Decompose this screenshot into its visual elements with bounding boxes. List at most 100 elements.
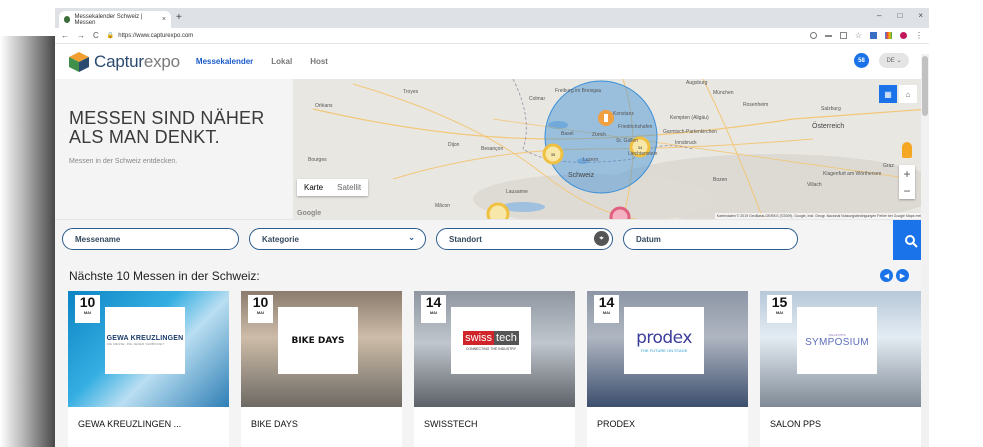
fair-card[interactable]: 10 MAI GEWA KREUZLINGEN DIE MESSE, DIE JE… bbox=[68, 291, 229, 447]
browser-tab[interactable]: Messekalender Schweiz | Messen × bbox=[59, 11, 171, 28]
standort-input[interactable]: Standort ⌖ bbox=[436, 228, 613, 250]
language-select[interactable]: DE ⌄ bbox=[879, 53, 909, 68]
forward-icon[interactable]: → bbox=[77, 31, 85, 40]
svg-text:Bourges: Bourges bbox=[308, 157, 327, 163]
hero-subtitle: Messen in der Schweiz entdecken. bbox=[69, 158, 178, 165]
svg-text:Orléans: Orléans bbox=[315, 103, 333, 109]
home-icon[interactable]: ⌂ bbox=[899, 85, 917, 103]
date-badge: 15 MAI bbox=[767, 295, 792, 323]
fair-logo: BIKE DAYS bbox=[278, 307, 358, 374]
svg-text:Österreich: Österreich bbox=[812, 122, 844, 130]
maximize-icon[interactable]: □ bbox=[897, 11, 902, 20]
nav-host[interactable]: Host bbox=[310, 57, 328, 66]
extension-pink-icon[interactable] bbox=[900, 32, 907, 39]
svg-text:Zürich: Zürich bbox=[592, 132, 606, 138]
svg-text:St. Gallen: St. Gallen bbox=[616, 138, 638, 144]
date-badge: 10 MAI bbox=[75, 295, 100, 323]
map-type-satellit[interactable]: Satellit bbox=[330, 179, 368, 196]
close-window-icon[interactable]: × bbox=[918, 11, 923, 20]
svg-text:Innsbruck: Innsbruck bbox=[675, 140, 697, 146]
fair-cards: 10 MAI GEWA KREUZLINGEN DIE MESSE, DIE JE… bbox=[68, 291, 921, 447]
kategorie-select[interactable]: Kategorie ⌄ bbox=[249, 228, 426, 250]
page-scrollbar[interactable] bbox=[921, 54, 929, 447]
fair-image: 10 MAI BIKE DAYS bbox=[241, 291, 402, 407]
zoom-in-button[interactable]: + bbox=[899, 165, 915, 182]
fair-name[interactable]: SWISSTECH bbox=[424, 419, 478, 429]
datum-input[interactable]: Datum bbox=[623, 228, 798, 250]
url-field[interactable]: 🔒 https://www.capturexpo.com bbox=[106, 32, 802, 40]
crosshair-icon[interactable]: ⌖ bbox=[594, 231, 609, 246]
star-icon[interactable]: ☆ bbox=[855, 31, 862, 40]
map-view-toggles: ▦ ⌂ bbox=[879, 85, 917, 103]
fair-name[interactable]: SALON PPS bbox=[770, 419, 821, 429]
window-controls: – □ × bbox=[877, 11, 923, 20]
svg-text:Lausanne: Lausanne bbox=[506, 189, 528, 195]
svg-text:Mâcon: Mâcon bbox=[435, 203, 450, 209]
back-icon[interactable]: ← bbox=[61, 31, 69, 40]
extension-color-icon[interactable] bbox=[885, 32, 892, 39]
svg-text:Konstanz: Konstanz bbox=[613, 111, 634, 117]
svg-text:Colmar: Colmar bbox=[529, 96, 545, 102]
scrollbar-thumb[interactable] bbox=[922, 56, 928, 116]
date-badge: 14 MAI bbox=[594, 295, 619, 323]
fair-card[interactable]: 10 MAI BIKE DAYS BIKE DAYS bbox=[241, 291, 402, 447]
zoom-out-button[interactable]: − bbox=[899, 182, 915, 199]
svg-text:Besançon: Besançon bbox=[481, 146, 503, 152]
minimize-icon[interactable]: – bbox=[877, 11, 881, 20]
menu-dots-icon[interactable]: ⋮ bbox=[915, 31, 923, 40]
svg-text:Augsburg: Augsburg bbox=[686, 80, 708, 86]
capturexpo-logo[interactable]: Capturexpo bbox=[68, 51, 180, 73]
fair-logo: prodex THE FUTURE ON STAGE bbox=[624, 307, 704, 374]
svg-text:Graz: Graz bbox=[883, 163, 894, 169]
fair-card[interactable]: 15 MAI SALON PPS SYMPOSIUM SALON PPS bbox=[760, 291, 921, 447]
url-text: https://www.capturexpo.com bbox=[118, 32, 194, 39]
fair-image: 14 MAI swiss tech CONNECTING THE INDUSTRY bbox=[414, 291, 575, 407]
svg-text:Klagenfurt am Wörthersee: Klagenfurt am Wörthersee bbox=[823, 171, 882, 177]
carousel-next-icon[interactable]: ▶ bbox=[896, 269, 909, 282]
calendar-view-icon[interactable]: ▦ bbox=[879, 85, 897, 103]
fair-card[interactable]: 14 MAI swiss tech CONNECTING THE INDUSTRY… bbox=[414, 291, 575, 447]
street-view-pegman-icon[interactable] bbox=[902, 142, 912, 158]
nav-messekalender[interactable]: Messekalender bbox=[196, 57, 253, 66]
window-shadow bbox=[0, 36, 60, 447]
map-canvas: 35 34 Troyes Orléans Bourges Dijon Besan… bbox=[293, 79, 929, 219]
fair-image: 15 MAI SALON PPS SYMPOSIUM bbox=[760, 291, 921, 407]
notification-badge[interactable]: 58 bbox=[854, 53, 869, 68]
svg-text:Friedrichshafen: Friedrichshafen bbox=[618, 124, 653, 130]
location-icon[interactable] bbox=[809, 32, 817, 39]
fair-logo: swiss tech CONNECTING THE INDUSTRY bbox=[451, 307, 531, 374]
translate-icon[interactable] bbox=[839, 32, 847, 39]
messename-input[interactable]: Messename bbox=[62, 228, 239, 250]
date-badge: 14 MAI bbox=[421, 295, 446, 323]
key-icon[interactable] bbox=[824, 34, 832, 37]
hero-section: MESSEN SIND NÄHER ALS MAN DENKT. Messen … bbox=[55, 79, 929, 219]
fair-name[interactable]: PRODEX bbox=[597, 419, 635, 429]
tab-close-icon[interactable]: × bbox=[162, 16, 166, 23]
carousel-arrows: ◀ ▶ bbox=[880, 269, 909, 282]
favicon-icon bbox=[64, 16, 71, 23]
nav-lokal[interactable]: Lokal bbox=[271, 57, 292, 66]
google-logo: Google bbox=[297, 210, 322, 217]
map-type-switch: Karte Satellit bbox=[297, 179, 369, 196]
fair-image: 14 MAI prodex THE FUTURE ON STAGE bbox=[587, 291, 748, 407]
map-zoom-controls: + − bbox=[899, 165, 915, 199]
browser-window: Messekalender Schweiz | Messen × + – □ ×… bbox=[55, 8, 929, 447]
lock-icon: 🔒 bbox=[106, 33, 115, 39]
fair-name[interactable]: BIKE DAYS bbox=[251, 419, 298, 429]
fair-name[interactable]: GEWA KREUZLINGEN ... bbox=[78, 419, 181, 429]
svg-text:Villach: Villach bbox=[807, 182, 822, 188]
svg-text:Dijon: Dijon bbox=[448, 142, 460, 148]
reload-icon[interactable]: C bbox=[93, 31, 99, 40]
svg-text:Garmisch-Partenkirchen: Garmisch-Partenkirchen bbox=[663, 129, 717, 135]
svg-text:Luzern: Luzern bbox=[583, 157, 599, 163]
section-title: Nächste 10 Messen in der Schweiz: bbox=[69, 269, 260, 283]
fair-card[interactable]: 14 MAI prodex THE FUTURE ON STAGE PRODEX bbox=[587, 291, 748, 447]
logo-text: Capturexpo bbox=[94, 51, 180, 71]
screenshot-stage: Messekalender Schweiz | Messen × + – □ ×… bbox=[0, 0, 983, 447]
carousel-prev-icon[interactable]: ◀ bbox=[880, 269, 893, 282]
extension-blue-icon[interactable] bbox=[870, 32, 877, 39]
new-tab-button[interactable]: + bbox=[176, 12, 182, 23]
svg-text:34: 34 bbox=[638, 145, 643, 150]
map-type-karte[interactable]: Karte bbox=[297, 179, 330, 196]
map-view[interactable]: 35 34 Troyes Orléans Bourges Dijon Besan… bbox=[293, 79, 929, 219]
